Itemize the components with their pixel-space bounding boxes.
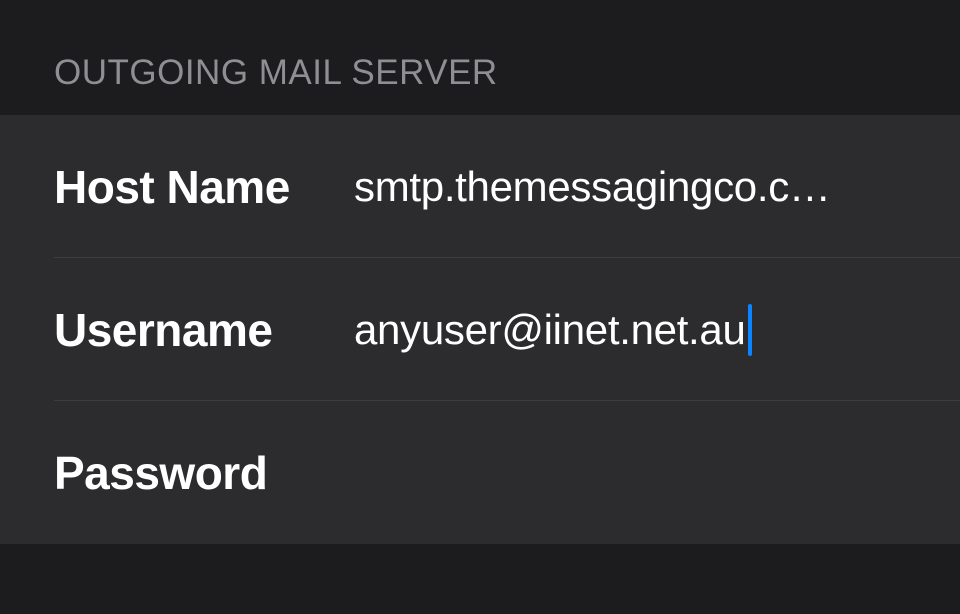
- password-label: Password: [54, 446, 354, 500]
- bottom-spacer: [0, 544, 960, 599]
- username-value: anyuser@iinet.net.au: [354, 306, 746, 354]
- password-row[interactable]: Password: [0, 401, 960, 544]
- text-cursor: [748, 304, 752, 356]
- host-name-field[interactable]: [354, 163, 906, 211]
- section-header: Outgoing Mail Server: [0, 0, 960, 115]
- username-field[interactable]: anyuser@iinet.net.au: [354, 304, 906, 356]
- outgoing-mail-settings-group: Host Name Username anyuser@iinet.net.au …: [0, 115, 960, 544]
- username-row[interactable]: Username anyuser@iinet.net.au: [0, 258, 960, 401]
- host-name-row[interactable]: Host Name: [0, 115, 960, 258]
- section-header-title: Outgoing Mail Server: [54, 53, 906, 93]
- password-field[interactable]: [354, 449, 906, 497]
- username-label: Username: [54, 303, 354, 357]
- host-name-label: Host Name: [54, 160, 354, 214]
